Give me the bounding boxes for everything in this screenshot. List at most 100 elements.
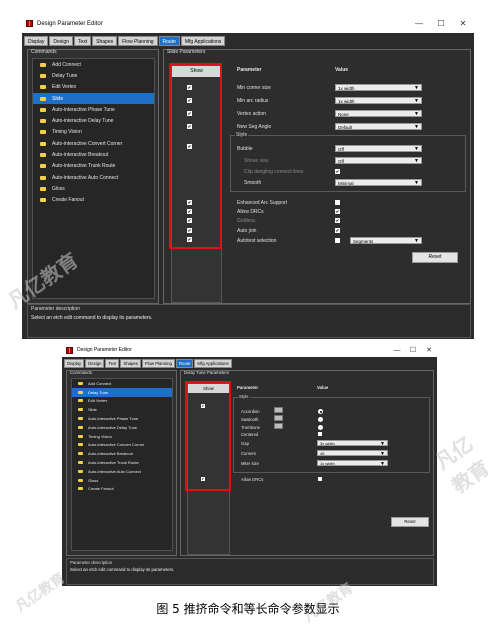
show-checkbox-vertex-action[interactable]: ✔ <box>187 111 192 116</box>
command-ai-convert-corner[interactable]: Auto-interactive Convert Corner <box>33 138 154 149</box>
title-bar: Design Parameter Editor — ☐ ✕ <box>62 343 437 357</box>
param-auto-join: Auto join <box>237 228 257 234</box>
param-new-seg-angle: New Seg Angle <box>237 124 272 130</box>
enhanced-arc-checkbox[interactable] <box>335 200 340 205</box>
show-checkbox-allow-drcs[interactable]: ✔ <box>201 477 205 481</box>
corners-select[interactable]: 45 ▼ <box>317 450 388 457</box>
show-checkbox-style[interactable]: ✔ <box>201 404 205 408</box>
command-slide[interactable]: Slide <box>72 405 172 414</box>
trombone-radio[interactable] <box>318 425 323 430</box>
reset-button[interactable]: Reset <box>412 252 458 263</box>
param-shove-vias: Shove vias <box>244 158 269 164</box>
vertex-action-select[interactable]: None ▼ <box>335 110 422 117</box>
show-checkbox-min-corner[interactable]: ✔ <box>187 85 192 90</box>
show-checkbox-gridless[interactable]: ✔ <box>187 218 192 223</box>
folder-icon <box>40 85 46 90</box>
tab-shapes[interactable]: Shapes <box>92 36 118 46</box>
tab-text[interactable]: Text <box>73 36 92 46</box>
folder-icon <box>78 452 83 456</box>
command-slide[interactable]: Slide <box>33 92 154 105</box>
command-edit-vertex[interactable]: Edit Vertex <box>33 82 154 93</box>
allow-drcs-checkbox[interactable] <box>318 477 322 481</box>
command-ai-trunk-route[interactable]: Auto-interactive Trunk Route <box>33 161 154 172</box>
autotest-checkbox[interactable] <box>335 238 340 243</box>
command-add-connect[interactable]: Add Connect <box>72 379 172 388</box>
description-text: Select an etch edit command to display i… <box>31 315 153 321</box>
param-miter-size: Miter size <box>241 461 259 466</box>
tab-shapes[interactable]: Shapes <box>120 359 141 368</box>
chevron-down-icon: ▼ <box>414 180 419 186</box>
segments-select[interactable]: Segments ▼ <box>350 237 422 244</box>
param-smooth: Smooth <box>244 180 262 186</box>
command-ai-phase-tune[interactable]: Auto-interactive Phase Tune <box>33 104 154 115</box>
command-delay-tune[interactable]: Delay Tune <box>72 387 172 397</box>
value-header: Value <box>317 385 329 390</box>
tab-design[interactable]: Design <box>49 36 73 46</box>
tab-route[interactable]: Route <box>175 359 194 368</box>
reset-button[interactable]: Reset <box>391 517 429 527</box>
command-gloss[interactable]: Gloss <box>33 183 154 194</box>
command-delay-tune[interactable]: Delay Tune <box>33 70 154 81</box>
show-checkbox-min-arc[interactable]: ✔ <box>187 98 192 103</box>
auto-join-checkbox[interactable]: ✔ <box>335 228 340 233</box>
command-create-fanout[interactable]: Create Fanout <box>33 195 154 206</box>
param-min-arc-radius: Min arc radius <box>237 98 269 104</box>
accordion-radio[interactable] <box>318 409 323 414</box>
maximize-icon[interactable]: ☐ <box>430 19 452 28</box>
command-ai-delay-tune[interactable]: Auto-interactive Delay Tune <box>72 423 172 432</box>
chevron-down-icon: ▼ <box>414 146 419 152</box>
min-arc-radius-select[interactable]: 1x width ▼ <box>335 97 422 104</box>
command-gloss[interactable]: Gloss <box>72 476 172 485</box>
command-timing-vision[interactable]: Timing Vision <box>72 432 172 441</box>
show-checkbox-bubble[interactable]: ✔ <box>187 144 192 149</box>
show-checkbox-new-seg-angle[interactable]: ✔ <box>187 124 192 129</box>
command-ai-breakout[interactable]: Auto-interactive Breakout <box>72 449 172 458</box>
sawtooth-radio[interactable] <box>318 417 323 422</box>
close-icon[interactable]: ✕ <box>421 346 437 354</box>
command-ai-auto-connect[interactable]: Auto-interactive Auto Connect <box>72 467 172 476</box>
gap-select[interactable]: 3x width ▼ <box>317 440 388 447</box>
bubble-select[interactable]: Off ▼ <box>335 145 422 152</box>
command-timing-vision[interactable]: Timing Vision <box>33 127 154 138</box>
commands-list: Add Connect Delay Tune Edit Vertex Slide… <box>71 378 173 551</box>
minimize-icon[interactable]: — <box>408 19 430 28</box>
chevron-down-icon: ▼ <box>414 98 419 104</box>
min-corner-size-select[interactable]: 1x width ▼ <box>335 84 422 91</box>
tab-mfg-applications[interactable]: Mfg Applications <box>194 359 232 368</box>
tab-text[interactable]: Text <box>105 359 120 368</box>
show-checkbox-allow-drcs[interactable]: ✔ <box>187 209 192 214</box>
tab-design[interactable]: Design <box>85 359 105 368</box>
maximize-icon[interactable]: ☐ <box>405 346 421 354</box>
command-add-connect[interactable]: Add Connect <box>33 59 154 70</box>
tab-display[interactable]: Display <box>24 36 49 46</box>
allow-drcs-checkbox[interactable]: ✔ <box>335 209 340 214</box>
command-ai-convert-corner[interactable]: Auto-interactive Convert Corner <box>72 441 172 450</box>
folder-icon <box>78 417 83 421</box>
command-create-fanout[interactable]: Create Fanout <box>72 485 172 494</box>
command-ai-phase-tune[interactable]: Auto-interactive Phase Tune <box>72 414 172 423</box>
centered-checkbox[interactable] <box>318 432 322 436</box>
design-parameter-editor-window-1: Design Parameter Editor — ☐ ✕ Display De… <box>22 14 474 339</box>
new-seg-angle-select[interactable]: Default ▼ <box>335 123 422 130</box>
minimize-icon[interactable]: — <box>389 347 405 354</box>
command-edit-vertex[interactable]: Edit Vertex <box>72 397 172 406</box>
command-ai-breakout[interactable]: Auto-interactive Breakout <box>33 149 154 160</box>
command-ai-trunk-route[interactable]: Auto-interactive Trunk Route <box>72 458 172 467</box>
show-checkbox-enhanced-arc[interactable]: ✔ <box>187 200 192 205</box>
tab-display[interactable]: Display <box>64 359 85 368</box>
gridless-checkbox[interactable]: ✔ <box>335 218 340 223</box>
show-checkbox-autotest[interactable]: ✔ <box>187 237 192 242</box>
close-icon[interactable]: ✕ <box>452 19 474 28</box>
command-ai-auto-connect[interactable]: Auto-interactive Auto Connect <box>33 172 154 183</box>
tab-route[interactable]: Route <box>158 36 180 46</box>
command-ai-delay-tune[interactable]: Auto-interactive Delay Tune <box>33 115 154 126</box>
tab-flow-planning[interactable]: Flow Planning <box>118 36 158 46</box>
tab-mfg-applications[interactable]: Mfg Applications <box>180 36 226 46</box>
tab-flow-planning[interactable]: Flow Planning <box>141 359 175 368</box>
smooth-select[interactable]: Minimal ▼ <box>335 179 422 186</box>
clip-dangling-checkbox[interactable]: ✔ <box>335 169 340 174</box>
show-checkbox-auto-join[interactable]: ✔ <box>187 228 192 233</box>
miter-size-select[interactable]: 1x width ▼ <box>317 460 388 467</box>
param-autotest: Autotest selection <box>237 238 277 244</box>
shove-vias-select[interactable]: Off ▼ <box>335 157 422 164</box>
